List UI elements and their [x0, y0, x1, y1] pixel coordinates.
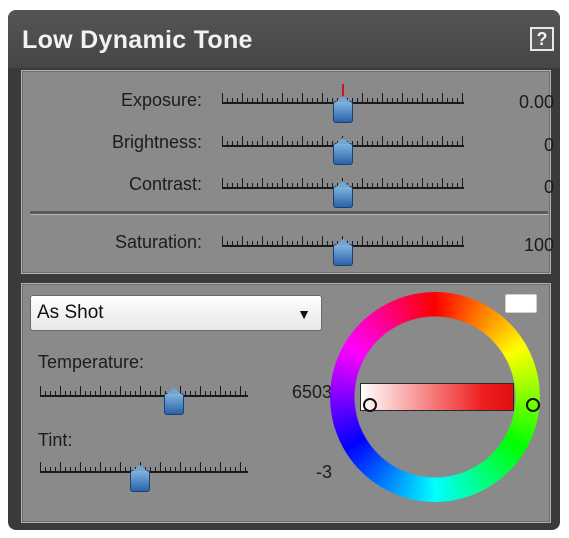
hue-marker-icon[interactable] [526, 398, 540, 412]
temperature-gradient-bar [360, 383, 514, 411]
exposure-value: 0.00 [518, 92, 554, 112]
contrast-value: 0 [543, 177, 554, 197]
preset-selected-value: As Shot [37, 302, 104, 323]
tint-value: -3 [315, 462, 332, 482]
contrast-slider-thumb[interactable] [333, 181, 353, 208]
tint-label: Tint: [38, 430, 73, 450]
brightness-label: Brightness: [111, 132, 202, 152]
temperature-slider-thumb[interactable] [164, 388, 184, 415]
panel-title: Low Dynamic Tone [22, 26, 253, 54]
brightness-value: 0 [543, 135, 554, 155]
temperature-value: 6503 [291, 382, 332, 402]
color-swatch[interactable] [505, 294, 537, 313]
exposure-label: Exposure: [120, 90, 202, 110]
help-button[interactable]: ? [530, 27, 554, 51]
temperature-label: Temperature: [38, 352, 145, 372]
tint-slider-thumb[interactable] [130, 465, 150, 492]
temperature-slider-track[interactable] [40, 383, 248, 397]
contrast-label: Contrast: [128, 174, 202, 194]
white-balance-preset-dropdown[interactable]: As Shot ▼ [30, 295, 322, 331]
saturation-label: Saturation: [114, 232, 202, 252]
tone-divider [30, 211, 548, 215]
white-point-marker-icon[interactable] [363, 398, 377, 412]
exposure-slider-thumb[interactable] [333, 96, 353, 123]
chevron-down-icon: ▼ [297, 306, 311, 322]
brightness-slider-thumb[interactable] [333, 138, 353, 165]
panel-header: Low Dynamic Tone ? [8, 10, 560, 68]
saturation-value: 100 [523, 235, 554, 255]
saturation-slider-thumb[interactable] [333, 239, 353, 266]
